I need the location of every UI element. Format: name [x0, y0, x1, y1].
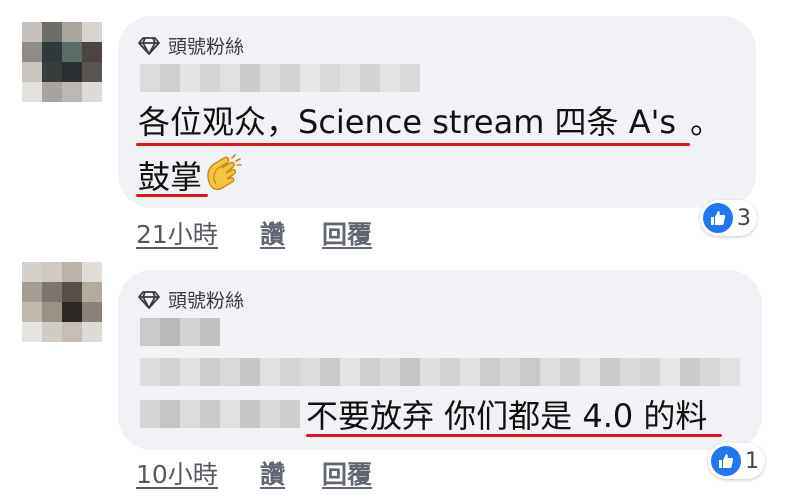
thumbs-up-icon — [703, 203, 733, 233]
clapping-hands-icon — [202, 154, 242, 203]
redacted-text — [140, 358, 740, 386]
reaction-count: 3 — [737, 205, 751, 231]
reaction-summary[interactable]: 3 — [700, 200, 757, 236]
comment-text: 不要放弃 你们都是 4.0 的料 — [306, 396, 707, 436]
author-name-redacted[interactable] — [140, 318, 220, 346]
thumbs-up-icon — [711, 446, 741, 476]
like-link[interactable]: 讚 — [260, 455, 285, 491]
avatar-pixelated[interactable] — [22, 262, 102, 342]
comment-timestamp[interactable]: 10小時 — [136, 455, 218, 491]
author-name-redacted[interactable] — [140, 64, 420, 92]
highlight-underline-2 — [136, 194, 208, 197]
like-link[interactable]: 讚 — [260, 215, 285, 251]
reaction-summary[interactable]: 1 — [708, 443, 765, 479]
top-fan-badge: 頭號粉絲 — [138, 32, 244, 59]
badge-label: 頭號粉絲 — [168, 290, 245, 312]
comment-text-main: 不要放弃 你们都是 4.0 的料 — [306, 397, 708, 435]
comment-text-main: 各位观众，Science stream 四条 A's — [138, 103, 677, 141]
reply-link[interactable]: 回覆 — [322, 455, 372, 491]
badge-label: 頭號粉絲 — [168, 36, 245, 58]
comment-timestamp[interactable]: 21小時 — [136, 215, 218, 251]
comment-text-second: 鼓掌 — [138, 158, 203, 196]
reply-link[interactable]: 回覆 — [322, 215, 372, 251]
avatar-pixelated[interactable] — [22, 22, 102, 102]
reaction-count: 1 — [745, 448, 759, 474]
top-fan-badge: 頭號粉絲 — [138, 286, 244, 313]
diamond-icon — [138, 290, 160, 310]
comment-text: 各位观众，Science stream 四条 A's 。 — [138, 102, 722, 142]
redacted-text — [140, 400, 300, 428]
highlight-underline — [136, 143, 690, 146]
comment-text-end: 。 — [690, 103, 723, 141]
diamond-icon — [138, 36, 160, 56]
highlight-underline — [306, 434, 722, 437]
